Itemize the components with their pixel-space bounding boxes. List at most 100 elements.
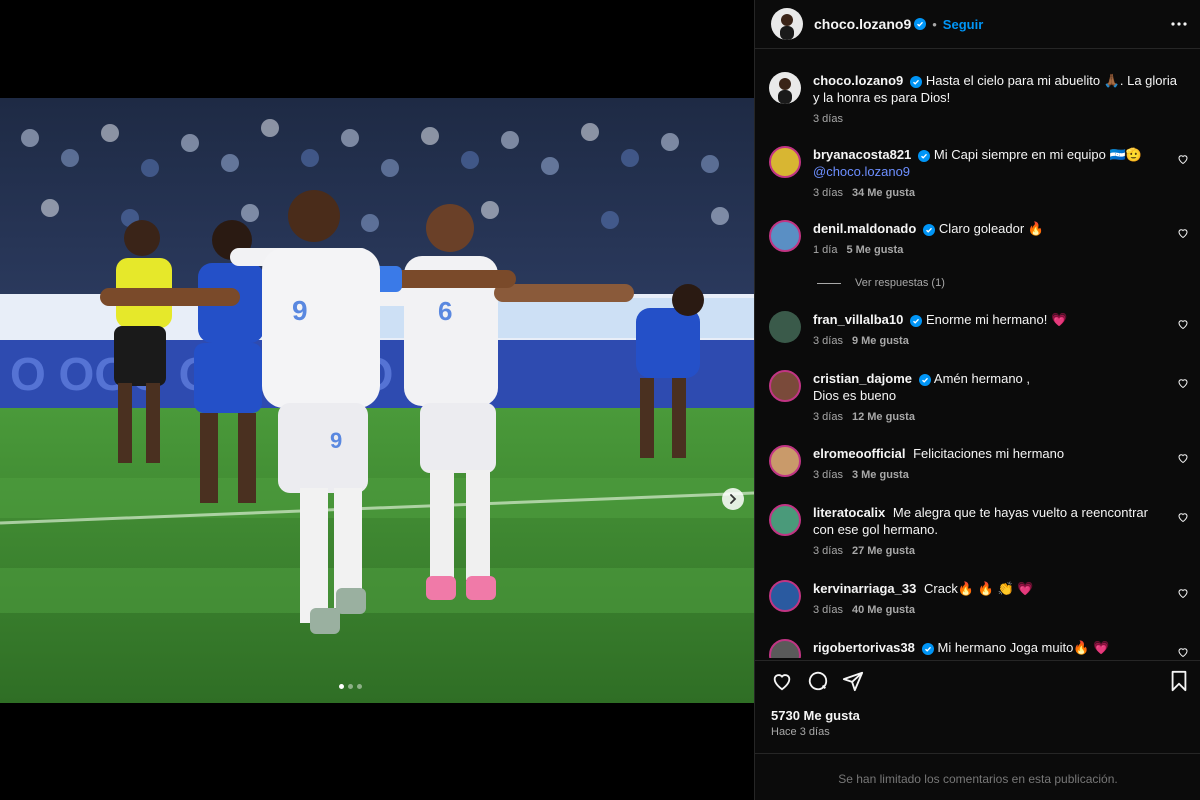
verified-icon [910,315,923,327]
more-options-button[interactable] [1169,14,1189,39]
comment: bryanacosta821 Mi Capi siempre en mi equ… [769,146,1189,199]
caption-time: 3 días [813,113,843,125]
commenter-avatar[interactable] [769,311,801,343]
comment-likes[interactable]: 12 Me gusta [852,411,915,423]
like-comment-button[interactable] [1177,451,1189,469]
like-button[interactable] [771,670,793,697]
caption-username[interactable]: choco.lozano9 [813,73,903,88]
verified-icon [914,18,927,30]
comment-text: Mi Capi siempre en mi equipo 🇭🇳🫡 [933,147,1142,162]
comment-likes[interactable]: 40 Me gusta [852,604,915,616]
comment-time: 3 días [813,187,843,199]
commenter-avatar[interactable] [769,639,801,658]
post-actions [755,662,1200,702]
comment-username[interactable]: literatocalix [813,505,885,520]
comment-likes[interactable]: 9 Me gusta [852,335,909,347]
verified-icon [921,643,934,655]
comment-mention[interactable]: @choco.lozano9 [813,164,910,179]
comment-time: 3 días [813,335,843,347]
heart-icon [1178,379,1188,389]
comment: fran_villalba10 Enorme mi hermano! 💗 3 d… [769,311,1189,347]
next-image-button[interactable] [722,488,744,510]
like-comment-button[interactable] [1177,152,1189,170]
carousel-dot-1[interactable] [339,684,344,689]
comment-username[interactable]: kervinarriaga_33 [813,581,916,596]
comment-text: Felicitaciones mi hermano [913,446,1065,461]
like-comment-button[interactable] [1177,586,1189,604]
follow-button[interactable]: Seguir [943,17,983,32]
heart-icon [1178,155,1188,165]
comment-text: Crack🔥 🔥 👏 💗 [923,581,1034,596]
heart-icon [1178,229,1188,239]
carousel-dot-2[interactable] [348,684,353,689]
replies-line [817,282,841,284]
person-icon [778,78,792,104]
comment-time: 3 días [813,411,843,423]
comment-likes[interactable]: 3 Me gusta [852,469,909,481]
save-button[interactable] [1169,670,1189,697]
like-comment-button[interactable] [1177,317,1189,335]
svg-text:9: 9 [292,295,308,326]
like-comment-button[interactable] [1177,376,1189,394]
commenter-avatar[interactable] [769,445,801,477]
comment: kervinarriaga_33 Crack🔥 🔥 👏 💗 3 días 40 M… [769,580,1189,616]
heart-icon [1178,648,1188,658]
comment: rigobertorivas38 Mi hermano Joga muito🔥 … [769,639,1189,658]
chevron-right-icon [730,494,737,504]
comment-username[interactable]: cristian_dajome [813,371,912,386]
like-comment-button[interactable] [1177,645,1189,658]
comment-username[interactable]: bryanacosta821 [813,147,911,162]
comment: literatocalix Me alegra que te hayas vue… [769,504,1189,557]
commenter-avatar[interactable] [769,504,801,536]
comment-text-line2: Dios es bueno [813,388,897,403]
comment-time: 1 día [813,244,838,256]
comment-text: Claro goleador 🔥 [938,221,1044,236]
comment-username[interactable]: rigobertorivas38 [813,640,915,655]
post-side-panel: choco.lozano9 • Seguir choco.lozano9 Has… [754,0,1200,800]
author-avatar-small[interactable] [769,72,801,104]
footer-divider [755,753,1200,754]
heart-icon [773,674,791,691]
like-comment-button[interactable] [1177,226,1189,244]
commenter-avatar[interactable] [769,370,801,402]
view-replies-button[interactable]: Ver respuestas (1) [817,277,945,289]
post-photo[interactable]: O OOO OOOOOO [0,98,754,703]
bookmark-icon [1171,670,1187,692]
comment-username[interactable]: elromeoofficial [813,446,905,461]
comment-time: 3 días [813,469,843,481]
commenter-avatar[interactable] [769,146,801,178]
view-replies-label: Ver respuestas (1) [855,277,945,289]
likes-count[interactable]: 5730 Me gusta [771,708,860,723]
comment-icon [808,671,828,691]
heart-icon [1178,320,1188,330]
comment-likes[interactable]: 5 Me gusta [846,244,903,256]
commenter-avatar[interactable] [769,580,801,612]
comments-list[interactable]: choco.lozano9 Hasta el cielo para mi abu… [755,58,1200,658]
post-date: Hace 3 días [771,726,830,738]
comment-likes[interactable]: 34 Me gusta [852,187,915,199]
comment-likes[interactable]: 27 Me gusta [852,545,915,557]
svg-text:6: 6 [438,296,452,326]
verified-icon [918,150,931,162]
comment-username[interactable]: fran_villalba10 [813,312,903,327]
svg-text:9: 9 [330,428,342,453]
verified-icon [919,374,931,386]
carousel-dots [339,684,362,689]
commenter-avatar[interactable] [769,220,801,252]
share-button[interactable] [842,670,864,697]
comment: elromeoofficial Felicitaciones mi herman… [769,445,1189,481]
heart-icon [1178,589,1188,599]
comment-text: Amén hermano , [933,371,1031,386]
comment-button[interactable] [807,670,829,697]
post-media: O OOO OOOOOO [0,0,754,800]
author-username[interactable]: choco.lozano9 [814,16,911,32]
caption: choco.lozano9 Hasta el cielo para mi abu… [769,72,1189,125]
author-avatar[interactable] [771,8,803,40]
comment-time: 3 días [813,545,843,557]
carousel-dot-3[interactable] [357,684,362,689]
like-comment-button[interactable] [1177,510,1189,528]
comment-username[interactable]: denil.maldonado [813,221,916,236]
comment: denil.maldonado Claro goleador 🔥 1 día 5 … [769,220,1189,256]
actions-divider [755,660,1200,661]
football-celebration-illustration: O OOO OOOOOO [0,98,754,703]
